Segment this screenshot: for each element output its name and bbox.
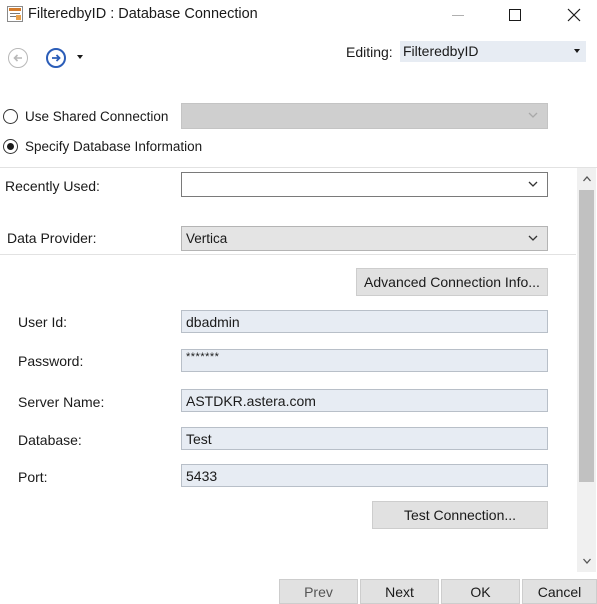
minimize-button[interactable] — [435, 0, 481, 30]
port-value: 5433 — [186, 468, 218, 484]
server-name-value: ASTDKR.astera.com — [186, 393, 316, 409]
data-provider-select[interactable]: Vertica — [181, 226, 548, 251]
chevron-down-icon — [528, 235, 538, 241]
maximize-button[interactable] — [492, 0, 538, 30]
scrollbar-thumb[interactable] — [579, 190, 594, 482]
editing-select-value: FilteredbyID — [403, 43, 479, 59]
cancel-button[interactable]: Cancel — [522, 579, 597, 604]
server-name-label: Server Name: — [18, 394, 105, 410]
divider — [0, 167, 597, 168]
specify-database-info-radio[interactable] — [3, 139, 18, 154]
password-label: Password: — [18, 353, 84, 369]
prev-button[interactable]: Prev — [279, 579, 358, 604]
next-button[interactable]: Next — [360, 579, 439, 604]
chevron-down-icon — [582, 558, 591, 564]
scroll-up-button[interactable] — [577, 168, 596, 190]
advanced-connection-info-button[interactable]: Advanced Connection Info... — [356, 268, 548, 296]
back-arrow-icon — [13, 54, 22, 62]
port-label: Port: — [18, 469, 48, 485]
window-title: FilteredbyID : Database Connection — [28, 6, 258, 22]
use-shared-connection-label[interactable]: Use Shared Connection — [25, 109, 168, 124]
maximize-icon — [509, 9, 521, 21]
database-connection-icon — [7, 6, 23, 22]
chevron-down-icon — [528, 112, 538, 118]
test-connection-button[interactable]: Test Connection... — [372, 501, 548, 529]
user-id-field[interactable]: dbadmin — [181, 310, 548, 333]
password-field[interactable]: ******* — [181, 349, 548, 372]
forward-button[interactable] — [46, 48, 66, 68]
forward-history-dropdown-icon[interactable] — [77, 55, 83, 59]
editing-label: Editing: — [346, 44, 393, 60]
database-field[interactable]: Test — [181, 427, 548, 450]
back-button[interactable] — [8, 48, 28, 68]
close-button[interactable] — [551, 0, 597, 30]
recently-used-select[interactable] — [181, 172, 548, 197]
close-icon — [567, 8, 581, 22]
server-name-field[interactable]: ASTDKR.astera.com — [181, 389, 548, 412]
scroll-down-button[interactable] — [577, 550, 596, 572]
database-label: Database: — [18, 432, 82, 448]
shared-connection-select — [181, 103, 548, 129]
chevron-down-icon — [528, 181, 538, 187]
recently-used-label: Recently Used: — [5, 178, 100, 194]
database-value: Test — [186, 431, 212, 447]
specify-database-info-label[interactable]: Specify Database Information — [25, 139, 202, 154]
use-shared-connection-radio[interactable] — [3, 109, 18, 124]
user-id-value: dbadmin — [186, 314, 240, 330]
password-value: ******* — [186, 351, 220, 363]
data-provider-value: Vertica — [186, 231, 228, 246]
user-id-label: User Id: — [18, 314, 68, 330]
minimize-icon — [452, 14, 464, 16]
data-provider-label: Data Provider: — [7, 230, 97, 246]
editing-select[interactable]: FilteredbyID — [400, 41, 586, 62]
chevron-up-icon — [582, 176, 591, 182]
vertical-scrollbar[interactable] — [577, 168, 596, 572]
dropdown-arrow-icon — [574, 49, 580, 53]
ok-button[interactable]: OK — [441, 579, 520, 604]
forward-arrow-icon — [52, 54, 61, 62]
port-field[interactable]: 5433 — [181, 464, 548, 487]
